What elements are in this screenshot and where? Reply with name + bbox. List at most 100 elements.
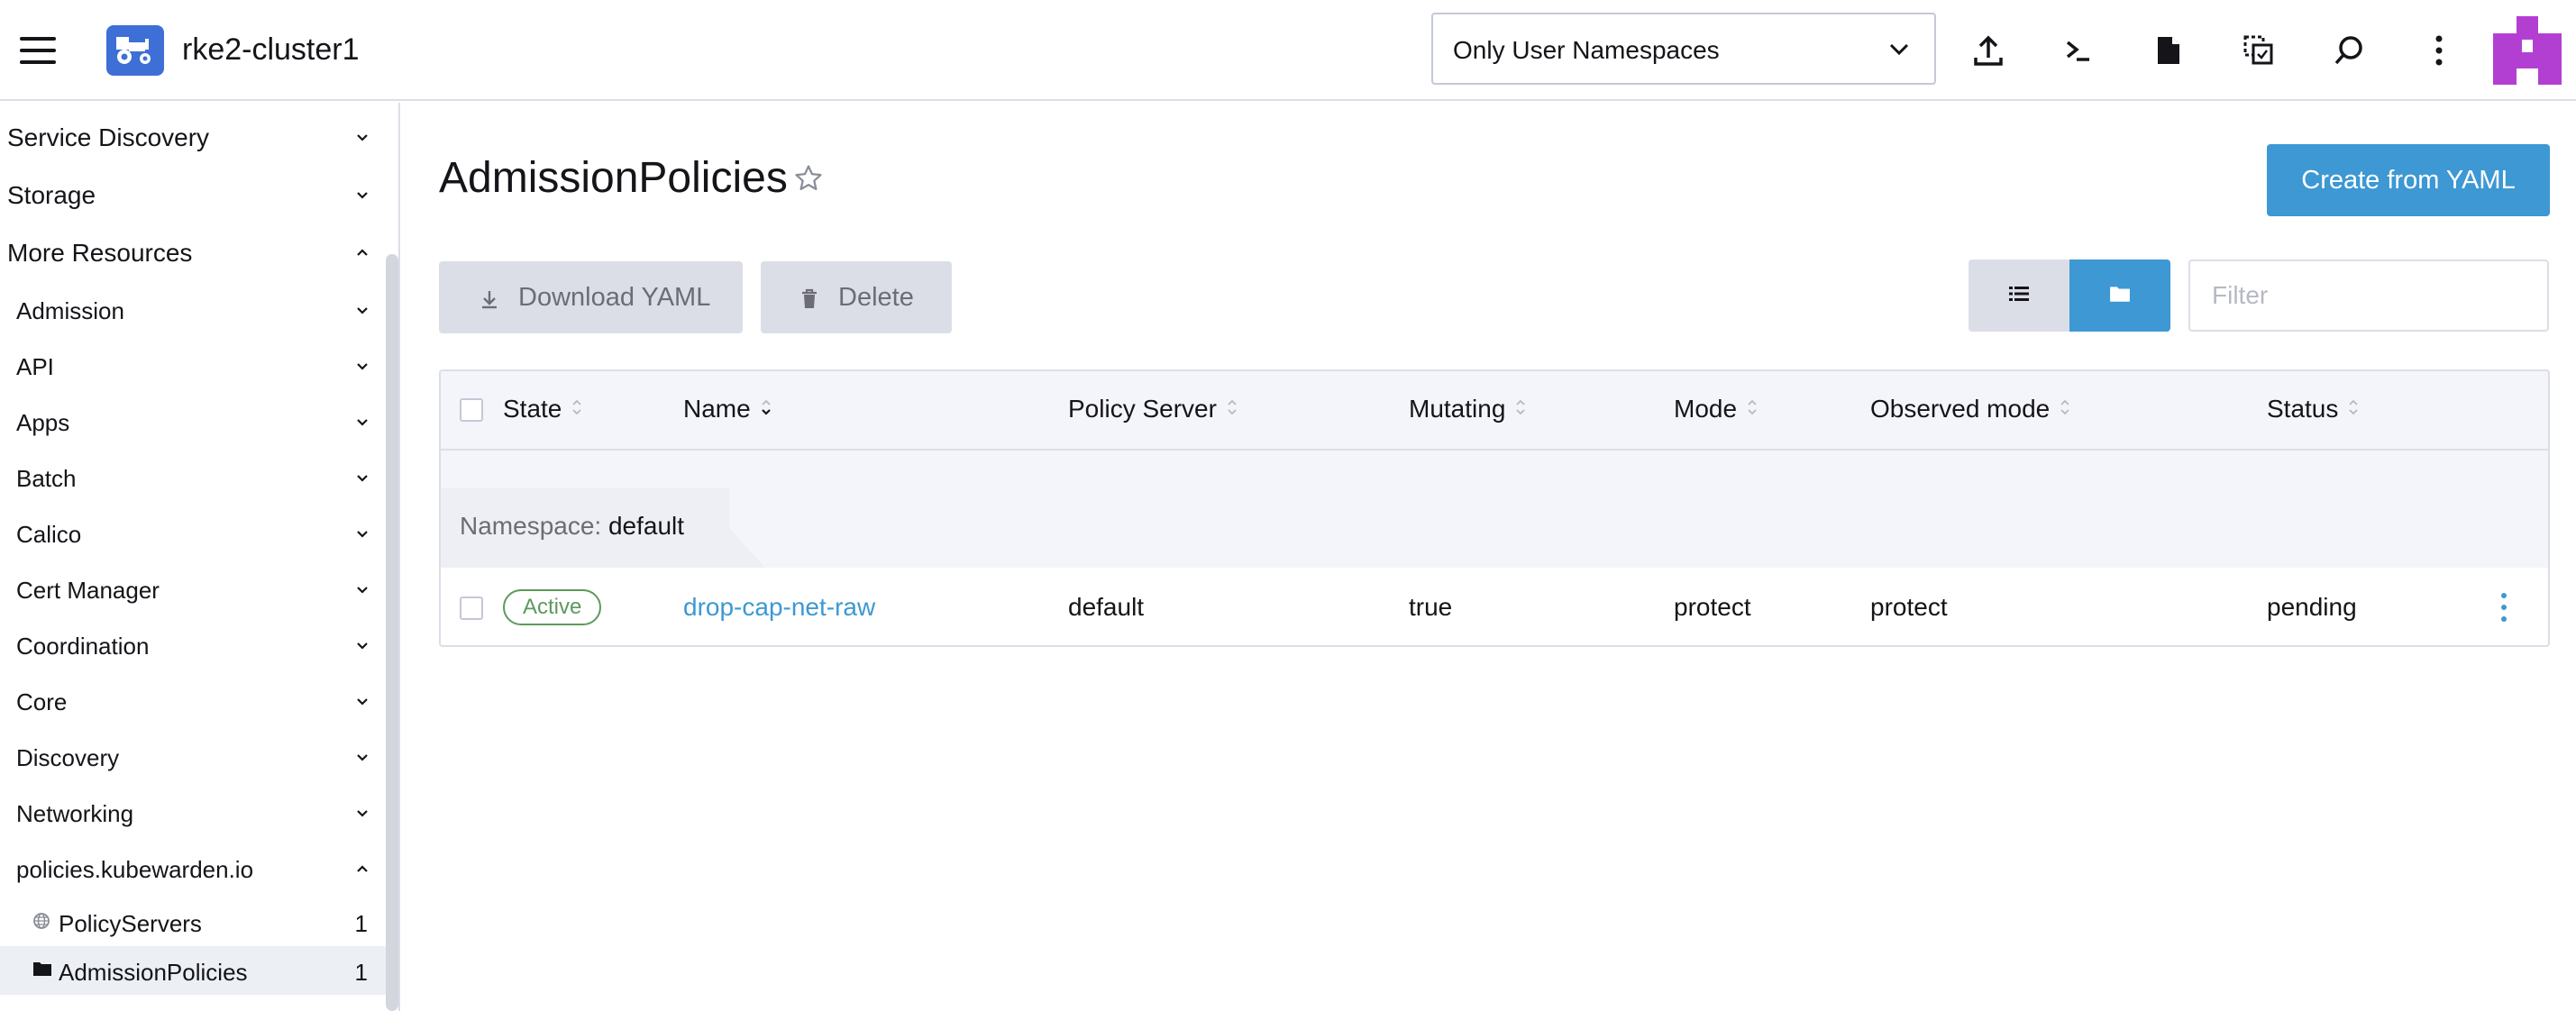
top-header: rke2-cluster1 Only User Namespaces: [0, 0, 2576, 101]
row-checkbox[interactable]: [460, 597, 483, 620]
nav-subgroup-admission[interactable]: Admission: [0, 283, 382, 339]
nav-subgroup-label: API: [16, 352, 54, 380]
table-row: Active drop-cap-net-raw default true pro…: [441, 568, 2548, 645]
chevron-down-icon: [355, 189, 370, 206]
namespace-filter-dropdown[interactable]: Only User Namespaces: [1431, 13, 1936, 85]
flat-list-view-button[interactable]: [1969, 260, 2069, 332]
chevron-down-icon: [355, 584, 370, 601]
namespace-group-key: Namespace:: [460, 512, 602, 540]
chevron-up-icon: [355, 863, 370, 880]
column-header-observed-mode[interactable]: Observed mode: [1870, 395, 2071, 424]
chevron-down-icon: [355, 751, 370, 769]
sort-icon: [1226, 395, 1238, 424]
column-header-policy-server[interactable]: Policy Server: [1068, 395, 1238, 424]
sidebar-item-label: PolicyServers: [59, 910, 202, 937]
row-actions-kebab-icon[interactable]: [2490, 587, 2517, 627]
nav-subgroup-label: Discovery: [16, 743, 120, 771]
nav-group-service-discovery[interactable]: Service Discovery: [0, 110, 382, 166]
nav-subgroup-networking[interactable]: Networking: [0, 786, 382, 842]
cluster-name[interactable]: rke2-cluster1: [182, 32, 360, 68]
nav-subgroup-batch[interactable]: Batch: [0, 451, 382, 506]
folder-icon: [32, 961, 52, 981]
sidebar-item-policyservers[interactable]: PolicyServers 1: [0, 897, 386, 946]
column-header-label: Name: [683, 395, 751, 423]
column-header-label: Mode: [1674, 395, 1738, 423]
delete-label: Delete: [838, 283, 914, 312]
sidebar-item-admissionpolicies[interactable]: AdmissionPolicies 1: [0, 946, 386, 995]
status-cell: pending: [2267, 593, 2357, 621]
file-icon[interactable]: [2149, 31, 2188, 70]
chevron-down-icon: [355, 696, 370, 713]
kubectl-shell-icon[interactable]: [2059, 31, 2098, 70]
sort-icon: [1746, 395, 1758, 424]
column-header-name[interactable]: Name: [683, 395, 772, 424]
nav-group-label: Service Discovery: [7, 123, 210, 151]
chevron-up-icon: [355, 247, 370, 264]
chevron-down-icon: [355, 472, 370, 489]
search-icon[interactable]: [2329, 31, 2369, 70]
column-header-label: Policy Server: [1068, 395, 1217, 423]
mode-cell: protect: [1674, 593, 1751, 621]
chevron-down-icon: [355, 807, 370, 824]
observed-mode-cell: protect: [1870, 593, 1948, 621]
nav-subgroup-label: Coordination: [16, 632, 150, 660]
download-yaml-button[interactable]: Download YAML: [439, 261, 743, 333]
nav-subgroup-label: Admission: [16, 296, 124, 324]
delete-button[interactable]: Delete: [761, 261, 952, 333]
download-icon: [479, 287, 500, 317]
namespace-group-tab-edge: [693, 488, 765, 568]
namespace-filter-value: Only User Namespaces: [1453, 36, 1720, 64]
nav-subgroup-label: Apps: [16, 408, 70, 436]
nav-subgroup-discovery[interactable]: Discovery: [0, 730, 382, 786]
nav-group-label: Storage: [7, 181, 96, 209]
page-title: AdmissionPolicies: [439, 154, 788, 202]
sort-icon: [571, 395, 583, 424]
chevron-down-icon: [355, 360, 370, 378]
chevron-down-icon: [355, 305, 370, 322]
select-all-checkbox[interactable]: [460, 398, 483, 422]
sidebar-item-count: 1: [354, 910, 368, 937]
column-header-state[interactable]: State: [503, 395, 583, 424]
create-from-yaml-button[interactable]: Create from YAML: [2267, 144, 2550, 216]
more-options-icon[interactable]: [2419, 31, 2459, 70]
chevron-down-icon: [355, 132, 370, 149]
cluster-logo-icon[interactable]: [106, 25, 164, 76]
filter-input[interactable]: [2188, 260, 2549, 332]
group-by-namespace-button[interactable]: [2069, 260, 2170, 332]
nav-group-more-resources[interactable]: More Resources: [0, 225, 382, 281]
nav-subgroup-apps[interactable]: Apps: [0, 395, 382, 451]
favorite-star-icon[interactable]: [793, 163, 824, 198]
copy-kubeconfig-icon[interactable]: [2239, 31, 2279, 70]
nav-subgroup-label: Batch: [16, 464, 77, 492]
admission-policies-table: State Name Policy Server Mutating Mode O…: [439, 369, 2550, 647]
table-header: State Name Policy Server Mutating Mode O…: [441, 371, 2548, 451]
column-header-mutating[interactable]: Mutating: [1409, 395, 1527, 424]
nav-subgroup-label: Core: [16, 688, 68, 715]
sort-icon: [2059, 395, 2071, 424]
globe-icon: [32, 912, 50, 934]
column-header-status[interactable]: Status: [2267, 395, 2360, 424]
chevron-down-icon: [1887, 38, 1911, 66]
namespace-group-value: default: [607, 512, 685, 540]
sidebar-item-count: 1: [354, 959, 368, 986]
policy-name-link[interactable]: drop-cap-net-raw: [683, 593, 875, 622]
sidebar-item-label: AdmissionPolicies: [59, 959, 248, 986]
user-avatar[interactable]: [2493, 16, 2562, 85]
list-icon: [2009, 286, 2029, 306]
nav-subgroup-api[interactable]: API: [0, 339, 382, 395]
state-badge: Active: [503, 589, 602, 625]
nav-subgroup-cert-manager[interactable]: Cert Manager: [0, 562, 382, 618]
upload-icon[interactable]: [1969, 31, 2008, 70]
nav-group-storage[interactable]: Storage: [0, 168, 382, 223]
nav-subgroup-coordination[interactable]: Coordination: [0, 618, 382, 674]
nav-subgroup-label: policies.kubewarden.io: [16, 855, 254, 883]
sidebar-scrollbar[interactable]: [386, 254, 398, 1011]
nav-subgroup-core[interactable]: Core: [0, 674, 382, 730]
hamburger-menu-icon[interactable]: [20, 37, 56, 64]
nav-subgroup-calico[interactable]: Calico: [0, 506, 382, 562]
column-header-mode[interactable]: Mode: [1674, 395, 1758, 424]
column-header-label: State: [503, 395, 562, 423]
nav-subgroup-policies-kubewarden[interactable]: policies.kubewarden.io: [0, 842, 382, 897]
side-navigation: Service Discovery Storage More Resources…: [0, 103, 400, 1011]
nav-subgroup-label: Networking: [16, 799, 134, 827]
